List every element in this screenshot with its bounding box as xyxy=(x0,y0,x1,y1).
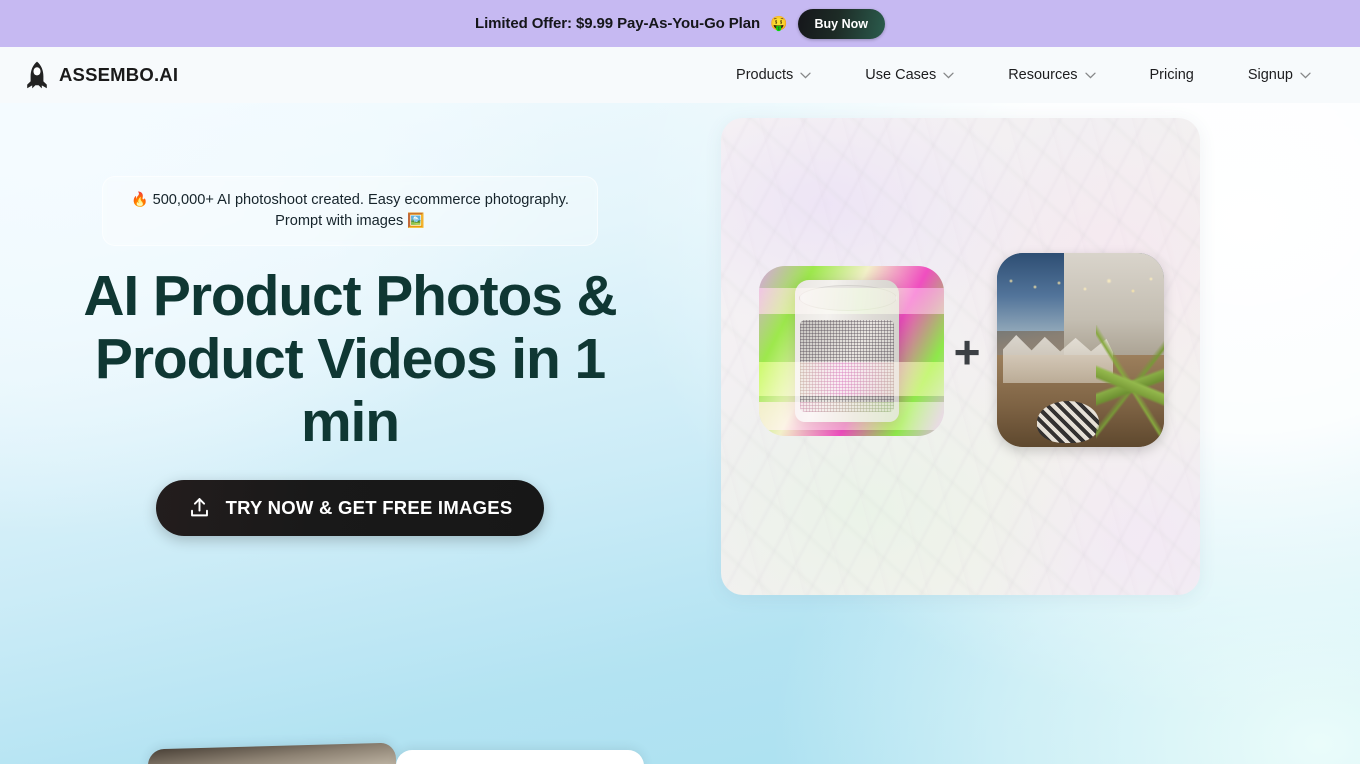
bottom-preview-card-white[interactable] xyxy=(396,750,644,764)
chevron-down-icon xyxy=(1084,67,1096,83)
hero-section: 🔥 500,000+ AI photoshoot created. Easy e… xyxy=(0,103,1360,764)
plus-combine-icon: + xyxy=(953,326,981,378)
nav-item-label: Use Cases xyxy=(865,67,937,83)
nav-item-use-cases[interactable]: Use Cases xyxy=(838,59,981,91)
hero-content-column: 🔥 500,000+ AI photoshoot created. Easy e… xyxy=(0,103,700,764)
hero-showcase-card: + xyxy=(721,118,1200,595)
nav-item-pricing[interactable]: Pricing xyxy=(1123,59,1221,91)
nav-item-signup[interactable]: Signup xyxy=(1221,59,1338,91)
try-now-cta-button[interactable]: TRY NOW & GET FREE IMAGES xyxy=(155,479,545,536)
page-title: AI Product Photos & Product Videos in 1 … xyxy=(83,264,617,454)
cta-label: TRY NOW & GET FREE IMAGES xyxy=(225,496,513,518)
scene-string-lights xyxy=(1001,275,1161,321)
chevron-down-icon xyxy=(800,67,811,83)
social-proof-badge: 🔥 500,000+ AI photoshoot created. Easy e… xyxy=(102,176,598,247)
product-photo-tile xyxy=(759,266,944,436)
picture-emoji-icon: 🖼️ xyxy=(407,211,425,228)
rocket-icon xyxy=(26,61,48,89)
nav-item-label: Resources xyxy=(1008,67,1078,83)
glitch-band-bottom xyxy=(759,402,944,430)
brand-logo[interactable]: ASSEMBO.AI xyxy=(26,61,178,89)
nav-item-resources[interactable]: Resources xyxy=(981,59,1122,91)
scene-patterned-rug xyxy=(1037,401,1099,443)
nav-item-products[interactable]: Products xyxy=(709,59,838,91)
glitch-band-middle xyxy=(759,362,944,396)
upload-icon xyxy=(188,496,211,519)
nav-links: Products Use Cases Resources Pricing Sig… xyxy=(709,59,1338,91)
money-face-emoji-icon: 🤑 xyxy=(770,15,788,31)
scene-plant xyxy=(1096,325,1164,445)
nav-item-label: Pricing xyxy=(1149,67,1194,83)
nav-item-label: Signup xyxy=(1247,67,1293,83)
nav-item-label: Products xyxy=(736,67,794,83)
landing-page: Limited Offer: $9.99 Pay-As-You-Go Plan … xyxy=(0,0,1360,764)
promo-banner: Limited Offer: $9.99 Pay-As-You-Go Plan … xyxy=(0,0,1360,47)
badge-line-2: Prompt with images xyxy=(275,212,404,229)
fire-emoji-icon: 🔥 xyxy=(131,191,149,207)
chevron-down-icon xyxy=(943,67,954,83)
buy-now-button[interactable]: Buy Now xyxy=(797,8,885,39)
scene-photo-tile xyxy=(997,253,1164,447)
glitch-band-top xyxy=(759,288,944,314)
chevron-down-icon xyxy=(1300,67,1311,83)
promo-banner-text: Limited Offer: $9.99 Pay-As-You-Go Plan xyxy=(475,15,761,32)
badge-line-1: 500,000+ AI photoshoot created. Easy eco… xyxy=(152,192,569,208)
main-navbar: ASSEMBO.AI Products Use Cases Resources xyxy=(0,47,1360,103)
brand-name: ASSEMBO.AI xyxy=(59,64,179,85)
